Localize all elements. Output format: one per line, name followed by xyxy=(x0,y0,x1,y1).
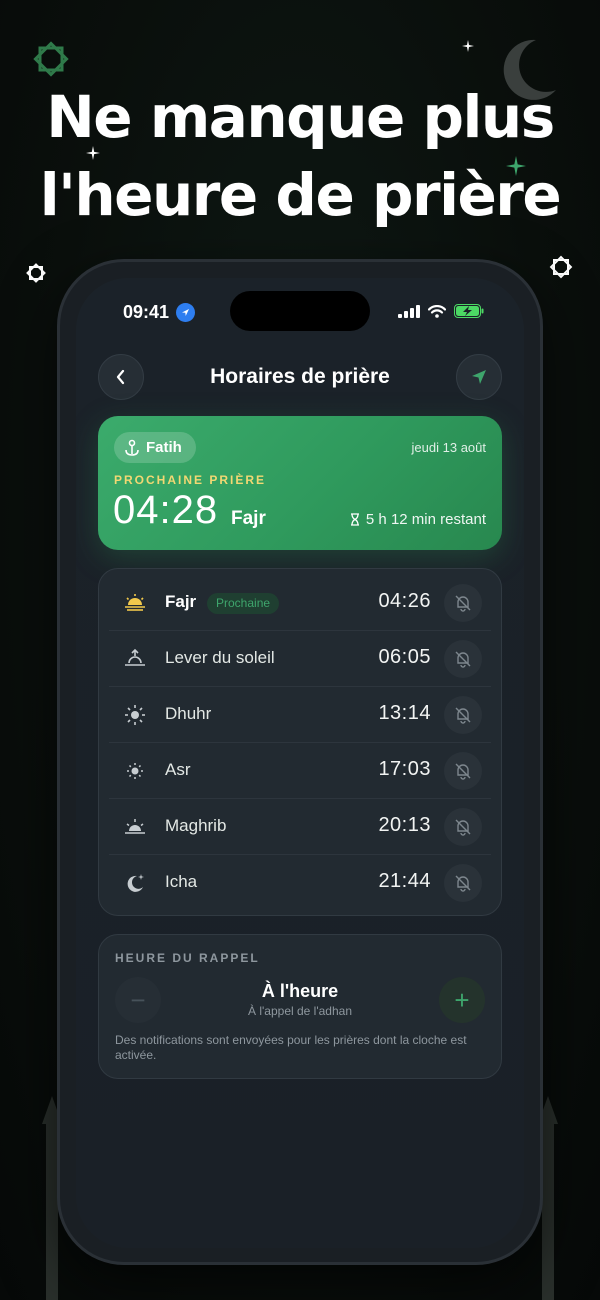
prayer-name: Maghrib xyxy=(165,816,227,835)
increase-button[interactable]: + xyxy=(439,977,485,1023)
bell-slash-icon xyxy=(455,819,471,836)
prayer-times-list: Fajr Prochaine 04:26 Lever du soleil 06:… xyxy=(98,568,502,916)
wifi-icon xyxy=(428,304,446,318)
prayer-time: 04:26 xyxy=(378,590,431,612)
next-prayer-name: Fajr xyxy=(231,508,266,529)
location-arrow-icon xyxy=(472,370,486,384)
prayer-time: 13:14 xyxy=(378,702,431,724)
time-remaining: 5 h 12 min restant xyxy=(350,511,486,528)
prayer-name: Asr xyxy=(165,760,191,779)
prayer-time: 06:05 xyxy=(378,646,431,668)
bell-off-button[interactable] xyxy=(444,864,482,902)
sunrise-horizon-icon xyxy=(125,594,145,611)
dynamic-island xyxy=(230,291,370,331)
bell-off-button[interactable] xyxy=(444,584,482,622)
hourglass-icon xyxy=(350,513,359,526)
prayer-time: 20:13 xyxy=(378,814,431,836)
prayer-row-maghrib[interactable]: Maghrib 20:13 xyxy=(99,799,501,855)
prayer-row-asr[interactable]: Asr 17:03 xyxy=(99,743,501,799)
star-octagram-icon xyxy=(549,255,573,279)
prayer-row-dhuhr[interactable]: Dhuhr 13:14 xyxy=(99,687,501,743)
prayer-time: 17:03 xyxy=(378,758,431,780)
reminder-card: HEURE DU RAPPEL − À l'heure À l'appel de… xyxy=(98,934,502,1079)
prayer-name: Lever du soleil xyxy=(165,648,275,667)
bell-off-button[interactable] xyxy=(444,640,482,678)
bell-slash-icon xyxy=(455,707,471,724)
status-time: 09:41 xyxy=(123,302,170,322)
headline-line-2: l'heure de prière xyxy=(39,161,562,229)
prayer-name: Dhuhr xyxy=(165,704,212,723)
status-indicators xyxy=(398,304,484,318)
bell-slash-icon xyxy=(455,763,471,780)
next-prayer-label: PROCHAINE PRIÈRE xyxy=(114,473,267,487)
next-badge: Prochaine xyxy=(207,593,280,614)
prayer-time: 21:44 xyxy=(378,870,431,892)
next-prayer-card: Fatih jeudi 13 août PROCHAINE PRIÈRE 04:… xyxy=(98,416,502,550)
star-octagram-icon xyxy=(33,41,69,77)
moon-stars-icon xyxy=(127,874,144,892)
navigation-bar: Horaires de prière xyxy=(98,354,502,400)
location-chip[interactable]: Fatih xyxy=(114,432,196,463)
prayer-row-sunrise[interactable]: Lever du soleil 06:05 xyxy=(99,631,501,687)
bell-slash-icon xyxy=(455,595,471,612)
reminder-note: Des notifications sont envoyées pour les… xyxy=(115,1033,467,1062)
reminder-label: HEURE DU RAPPEL xyxy=(115,951,260,965)
hero-date: jeudi 13 août xyxy=(411,440,486,455)
anchor-pin-icon xyxy=(125,439,139,456)
bell-slash-icon xyxy=(455,875,471,892)
time-remaining-text: 5 h 12 min restant xyxy=(365,511,486,528)
battery-charging-icon xyxy=(454,304,484,318)
prayer-row-icha[interactable]: Icha 21:44 xyxy=(99,855,501,911)
next-prayer-time: 04:28 xyxy=(113,488,219,532)
bell-off-button[interactable] xyxy=(444,808,482,846)
sparkle-icon xyxy=(462,40,474,52)
location-arrow-icon xyxy=(176,303,195,322)
star-octagram-icon xyxy=(26,263,46,283)
prayer-name: Icha xyxy=(165,872,198,891)
phone-screen: 09:41 Horaires de prière Fatih jeudi 13 … xyxy=(76,278,524,1248)
headline-line-1: Ne manque plus xyxy=(46,83,555,151)
bell-slash-icon xyxy=(455,651,471,668)
prayer-row-fajr[interactable]: Fajr Prochaine 04:26 xyxy=(99,575,501,631)
headline: Ne manque plus l'heure de prière xyxy=(0,78,600,234)
sun-icon xyxy=(125,705,145,725)
signal-icon xyxy=(398,304,420,318)
prayer-name: Fajr xyxy=(165,592,197,611)
bell-off-button[interactable] xyxy=(444,752,482,790)
bell-off-button[interactable] xyxy=(444,696,482,734)
sunrise-icon xyxy=(125,648,145,666)
sunset-icon xyxy=(125,819,145,834)
sun-small-icon xyxy=(127,763,143,779)
locate-button[interactable] xyxy=(456,354,502,400)
location-name: Fatih xyxy=(146,439,182,456)
page-title: Horaires de prière xyxy=(210,365,390,388)
